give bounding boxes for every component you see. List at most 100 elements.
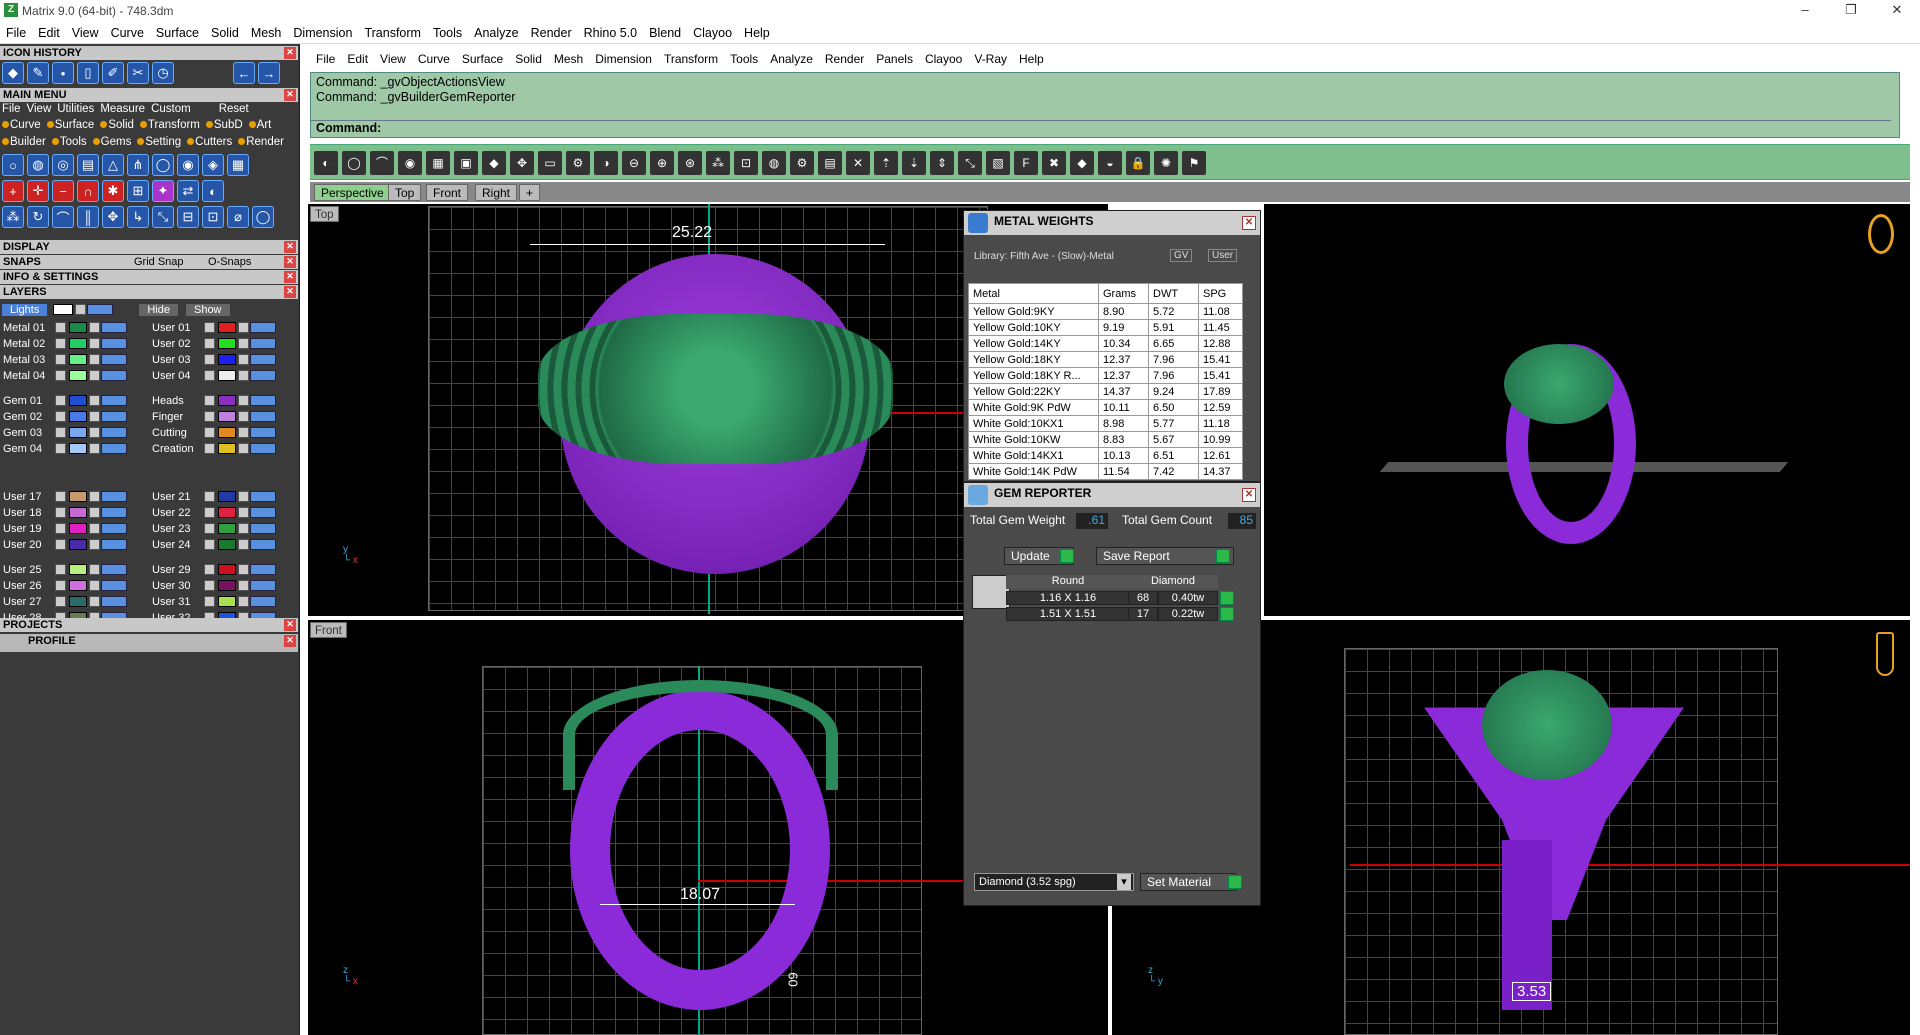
visibility-toggle[interactable] [101,322,127,333]
lock-icon[interactable] [89,523,100,534]
menu-help[interactable]: Help [738,22,776,40]
move-tool-icon[interactable]: ✥ [510,151,534,175]
visibility-toggle[interactable] [250,354,276,365]
layer-color-swatch[interactable] [69,354,87,365]
mm-measure[interactable]: Measure [100,103,145,115]
layer-color-swatch[interactable] [69,507,87,518]
scan-icon[interactable]: ⊞ [127,180,149,202]
tab-add[interactable]: + [519,184,541,201]
close-icon[interactable]: ✕ [1242,216,1256,230]
viewport-perspective[interactable] [1264,204,1910,616]
texture-icon[interactable]: ▧ [986,151,1010,175]
profile-header[interactable]: PROFILE ✕ [0,634,298,652]
layer-row[interactable]: User 25 [3,562,127,577]
lock-icon[interactable] [238,596,249,607]
lights-swatch[interactable] [53,304,74,315]
layer-row[interactable]: User 03 [152,352,276,367]
vertical-icon[interactable]: ⇕ [930,151,954,175]
table-row[interactable]: Yellow Gold:18KY 12.37 7.96 15.41 [968,351,1243,368]
user-toggle[interactable]: User [1208,249,1238,262]
metal-weights-header[interactable]: METAL WEIGHTS ✕ [964,211,1260,235]
lock-icon[interactable] [238,411,249,422]
visibility-toggle[interactable] [101,395,127,406]
layer-row[interactable]: User 21 [152,489,276,504]
layer-play-icon[interactable] [55,411,66,422]
layer-color-swatch[interactable] [218,580,236,591]
oval-icon[interactable]: ◯ [152,154,174,176]
visibility-toggle[interactable] [250,539,276,550]
circle-icon[interactable]: ○ [2,154,24,176]
pattern-icon[interactable]: ✦ [152,180,174,202]
scale-icon[interactable]: ⤡ [958,151,982,175]
twist-icon[interactable]: ⌀ [227,206,249,228]
visibility-toggle[interactable] [250,322,276,333]
visibility-toggle[interactable] [101,539,127,550]
close-icon[interactable]: ✕ [284,241,296,253]
visibility-toggle[interactable] [250,427,276,438]
grid-tool-icon[interactable]: ▦ [426,151,450,175]
lights-button[interactable]: Lights [2,303,48,316]
table-row[interactable]: White Gold:10KX1 8.98 5.77 11.18 [968,415,1243,432]
rhino-menu-mesh[interactable]: Mesh [548,48,589,66]
nodes-icon[interactable]: ⁂ [2,206,24,228]
cancel-icon[interactable]: ✖ [1042,151,1066,175]
scissors-icon[interactable]: ✂ [127,62,149,84]
drop-icon[interactable]: ◐ [202,180,224,202]
layer-row[interactable]: User 02 [152,336,276,351]
mm-file[interactable]: File [2,103,21,115]
bend-icon[interactable]: ↳ [127,206,149,228]
layer-play-icon[interactable] [204,580,215,591]
ring-view-icon[interactable] [1868,214,1894,254]
layer-color-swatch[interactable] [69,443,87,454]
menu-tools[interactable]: Tools [427,22,468,40]
mm-view[interactable]: View [27,103,52,115]
layer-color-swatch[interactable] [69,539,87,550]
visibility-toggle[interactable] [101,354,127,365]
lock-icon[interactable] [89,443,100,454]
solid-icon[interactable]: ◆ [1070,151,1094,175]
visibility-toggle[interactable] [101,523,127,534]
table-row[interactable]: White Gold:10KW 8.83 5.67 10.99 [968,431,1243,448]
arc-icon[interactable]: ∩ [77,180,99,202]
lock-icon[interactable] [89,491,100,502]
show-button[interactable]: Show [185,303,230,316]
lock-icon[interactable] [238,523,249,534]
lights-toggle[interactable] [87,304,114,315]
play-icon[interactable] [1216,549,1230,563]
hide-button[interactable]: Hide [139,303,178,316]
plus-icon[interactable]: + [2,180,24,202]
table-row[interactable]: Yellow Gold:9KY 8.90 5.72 11.08 [968,303,1243,320]
triangle-icon[interactable]: △ [102,154,124,176]
setting-icon[interactable]: ◈ [202,154,224,176]
rhino-menu-file[interactable]: File [310,48,341,66]
back-arrow-icon[interactable]: ← [233,62,255,84]
mm-tools[interactable]: Tools [60,136,87,148]
table-row[interactable]: White Gold:9K PdW 10.11 6.50 12.59 [968,399,1243,416]
layer-color-swatch[interactable] [218,338,236,349]
cylinder-icon[interactable]: ▤ [77,154,99,176]
rhino-menu-help[interactable]: Help [1013,48,1050,66]
layer-color-swatch[interactable] [69,523,87,534]
lock-icon[interactable] [89,354,100,365]
rhino-menu-view[interactable]: View [374,48,412,66]
play-icon[interactable] [1060,549,1074,563]
main-menu-header[interactable]: MAIN MENU ✕ [0,88,298,102]
visibility-toggle[interactable] [250,580,276,591]
visibility-toggle[interactable] [250,443,276,454]
page-icon[interactable]: ▯ [77,62,99,84]
layer-color-swatch[interactable] [218,370,236,381]
layer-row[interactable]: Metal 03 [3,352,127,367]
section-icon[interactable]: ⊖ [622,151,646,175]
layer-row[interactable]: Gem 01 [3,393,127,408]
screen-icon[interactable]: ▭ [538,151,562,175]
visibility-toggle[interactable] [250,411,276,422]
visibility-toggle[interactable] [101,564,127,575]
layer-color-swatch[interactable] [218,395,236,406]
lock-icon[interactable] [238,395,249,406]
layer-play-icon[interactable] [55,564,66,575]
menu-blend[interactable]: Blend [643,22,687,40]
lock-icon[interactable] [238,354,249,365]
mm-setting[interactable]: Setting [145,136,181,148]
layer-play-icon[interactable] [55,491,66,502]
mm-subd[interactable]: SubD [214,119,243,131]
